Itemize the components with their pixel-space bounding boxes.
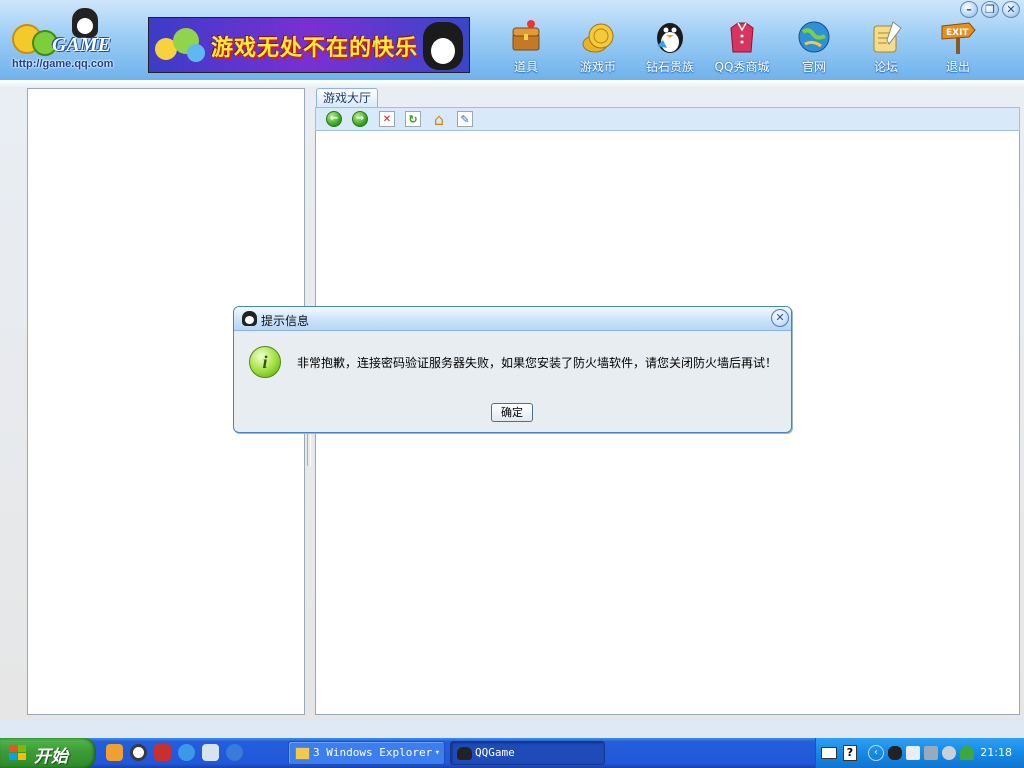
promo-banner[interactable]: 游戏无处不在的快乐 <box>148 17 470 73</box>
nav-label: 退出 <box>945 60 970 74</box>
quick-launch <box>106 744 243 761</box>
home-icon[interactable]: ⌂ <box>431 110 447 129</box>
logo-url: http://game.qq.com <box>12 58 114 70</box>
dialog-title: 提示信息 <box>261 314 310 328</box>
qqgame-logo[interactable]: GAME http://game.qq.com <box>10 6 135 74</box>
clock: 21:18 <box>980 746 1012 759</box>
nav-item-exit[interactable]: EXIT 退出 <box>922 14 994 78</box>
nav-label: 道具 <box>513 60 538 74</box>
help-icon[interactable]: ? <box>843 745 857 761</box>
app-header: GAME http://game.qq.com 游戏无处不在的快乐 道具 游戏币… <box>0 0 1024 80</box>
main-nav: 道具 游戏币 钻石贵族 QQ秀商城 官网 论坛 EXIT 退出 <box>490 14 994 78</box>
window-controls: – ❐ ✕ <box>960 1 1020 18</box>
globe-icon <box>795 18 833 56</box>
windows-flag-icon <box>9 745 27 761</box>
info-icon: i <box>249 346 281 378</box>
qq-penguin-icon <box>457 747 472 760</box>
logo-brand: GAME <box>52 34 111 56</box>
dialog-close-button[interactable]: ✕ <box>771 309 789 327</box>
penguin-diamond-icon <box>651 18 689 56</box>
taskbar: 开始 3 Windows Explorer ▾ QQGame ? ‹ 21:18 <box>0 738 1024 768</box>
nav-item-coins[interactable]: 游戏币 <box>562 14 634 78</box>
nav-label: 官网 <box>801 60 826 74</box>
gold-coins-icon <box>579 18 617 56</box>
file-icon[interactable] <box>202 744 219 761</box>
volume-icon[interactable] <box>942 746 956 760</box>
svg-text:EXIT: EXIT <box>946 28 969 38</box>
task-label: QQGame <box>475 746 515 759</box>
forward-arrow-icon[interactable]: → <box>352 111 368 127</box>
treasure-chest-icon <box>507 18 545 56</box>
network-icon[interactable] <box>906 746 920 760</box>
taskbar-item-explorer[interactable]: 3 Windows Explorer ▾ <box>288 741 445 765</box>
dialog-titlebar[interactable]: 提示信息 ✕ <box>234 307 791 331</box>
system-tray: ? ‹ 21:18 <box>815 738 1024 768</box>
taskbar-item-qqgame[interactable]: QQGame <box>450 741 605 765</box>
dialog-message: 非常抱歉，连接密码验证服务器失败，如果您安装了防火墙软件，请您关闭防火墙后再试！ <box>297 356 778 370</box>
nav-item-props[interactable]: 道具 <box>490 14 562 78</box>
task-group-arrow: ▾ <box>434 748 440 758</box>
back-arrow-icon[interactable]: ← <box>326 111 342 127</box>
nav-label: 游戏币 <box>579 60 616 74</box>
start-button[interactable]: 开始 <box>0 738 96 768</box>
info-dialog: 提示信息 ✕ i 非常抱歉，连接密码验证服务器失败，如果您安装了防火墙软件，请您… <box>233 306 792 433</box>
nav-label: 论坛 <box>873 60 898 74</box>
task-label: 3 Windows Explorer <box>313 746 433 759</box>
minimize-button[interactable]: – <box>960 1 978 18</box>
clothing-icon <box>723 18 761 56</box>
ok-button[interactable]: 确定 <box>491 403 533 422</box>
banner-penguin-icon <box>423 22 463 70</box>
scroll-quill-icon <box>867 18 905 56</box>
start-label: 开始 <box>34 747 68 767</box>
nav-label: QQ秀商城 <box>714 60 770 74</box>
restore-button[interactable]: ❐ <box>981 1 999 18</box>
banner-bubble <box>187 44 205 62</box>
qq-penguin-icon <box>242 311 257 326</box>
folder-icon <box>295 747 310 760</box>
nav-label: 钻石贵族 <box>645 60 694 74</box>
qq-tray-icon[interactable] <box>888 746 902 760</box>
keyboard-icon[interactable] <box>821 747 837 759</box>
browser-icon[interactable] <box>226 744 243 761</box>
close-button[interactable]: ✕ <box>1002 1 1020 18</box>
edit-icon[interactable]: ✎ <box>457 111 473 127</box>
internet-explorer-icon[interactable] <box>178 744 195 761</box>
refresh-icon[interactable]: ↻ <box>405 111 421 127</box>
tab-game-lobby[interactable]: 游戏大厅 <box>316 88 378 107</box>
banner-text: 游戏无处不在的快乐 <box>211 36 419 61</box>
browser-toolbar: ← → ✕ ↻ ⌂ ✎ <box>315 107 1020 131</box>
exit-sign-icon: EXIT <box>939 18 977 56</box>
nav-item-qqshow[interactable]: QQ秀商城 <box>706 14 778 78</box>
nav-item-forum[interactable]: 论坛 <box>850 14 922 78</box>
nav-item-diamond[interactable]: 钻石贵族 <box>634 14 706 78</box>
nav-item-official[interactable]: 官网 <box>778 14 850 78</box>
monitor-icon[interactable] <box>924 746 938 760</box>
show-hidden-icons-chevron-icon[interactable]: ‹ <box>868 745 884 761</box>
show-desktop-icon[interactable] <box>106 744 123 761</box>
media-player-icon[interactable] <box>130 744 147 761</box>
stop-icon[interactable]: ✕ <box>379 111 395 127</box>
game-app-icon[interactable] <box>154 744 171 761</box>
umbrella-icon[interactable] <box>960 746 974 760</box>
